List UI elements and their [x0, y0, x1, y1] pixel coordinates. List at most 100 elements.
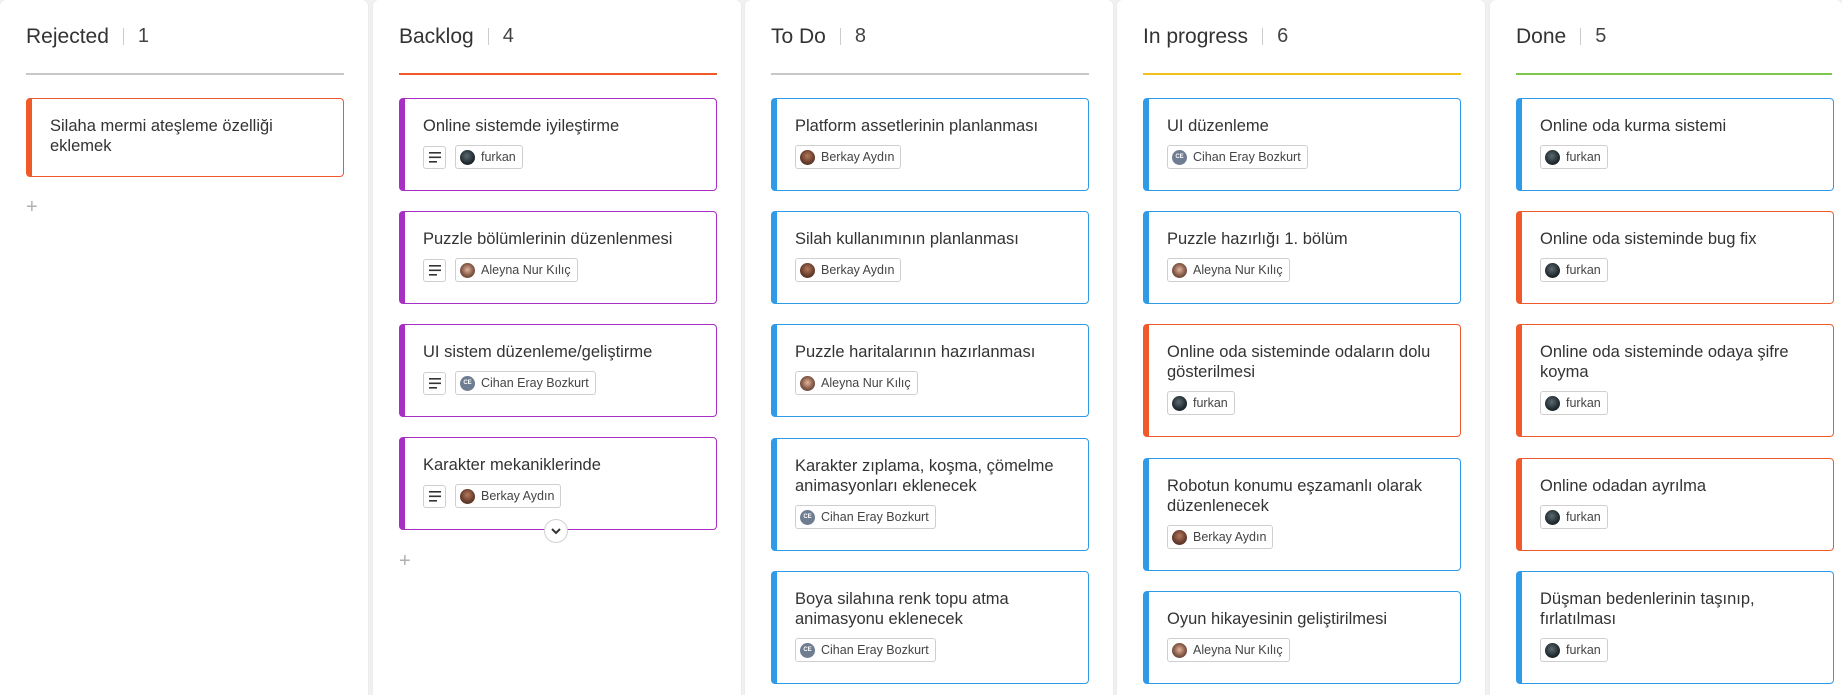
task-card[interactable]: Online oda kurma sistemi furkan — [1516, 98, 1834, 191]
card-title: Online oda kurma sistemi — [1540, 117, 1727, 135]
task-card[interactable]: Oyun hikayesinin geliştirilmesi Aleyna N… — [1143, 591, 1461, 684]
assignee-tag[interactable]: Aleyna Nur Kılıç — [1167, 258, 1290, 282]
task-card[interactable]: UI düzenleme CE Cihan Eray Bozkurt — [1143, 98, 1461, 191]
card-meta: Aleyna Nur Kılıç — [795, 371, 1072, 395]
assignee-tag[interactable]: Berkay Aydın — [1167, 525, 1274, 549]
task-card[interactable]: Online oda sisteminde odaların dolu göst… — [1143, 324, 1461, 437]
header-divider — [122, 28, 124, 45]
task-card[interactable]: Platform assetlerinin planlanması Berkay… — [771, 98, 1089, 191]
assignee-tag[interactable]: furkan — [1540, 145, 1608, 169]
assignee-tag[interactable]: Berkay Aydın — [455, 484, 562, 508]
assignee-tag[interactable]: CE Cihan Eray Bozkurt — [455, 371, 596, 395]
card-title: Oyun hikayesinin geliştirilmesi — [1167, 610, 1388, 628]
task-card[interactable]: Robotun konumu eşzamanlı olarak düzenlen… — [1143, 458, 1461, 571]
task-card[interactable]: Online oda sisteminde odaya şifre koyma … — [1516, 324, 1834, 437]
assignee-name: Aleyna Nur Kılıç — [821, 376, 911, 390]
column-title: To Do — [771, 24, 826, 48]
card-meta: Aleyna Nur Kılıç — [423, 258, 700, 282]
column-title: Done — [1516, 24, 1567, 48]
avatar: CE — [460, 375, 475, 391]
task-card[interactable]: Online oda sisteminde bug fix furkan — [1516, 211, 1834, 304]
card-title: Platform assetlerinin planlanması — [795, 117, 1039, 135]
avatar — [800, 149, 815, 165]
avatar — [460, 149, 475, 165]
card-title: UI düzenleme — [1167, 117, 1269, 135]
task-card[interactable]: Online odadan ayrılma furkan — [1516, 458, 1834, 551]
assignee-name: Cihan Eray Bozkurt — [1193, 150, 1301, 164]
header-divider — [1262, 28, 1264, 45]
avatar: CE — [800, 509, 815, 525]
assignee-tag[interactable]: CE Cihan Eray Bozkurt — [795, 638, 936, 662]
assignee-tag[interactable]: furkan — [1540, 638, 1608, 662]
task-card[interactable]: Karakter mekaniklerinde Berkay Aydın — [399, 437, 717, 530]
avatar — [460, 262, 475, 278]
task-card[interactable]: Düşman bedenlerinin taşınıp, fırlatılmas… — [1516, 571, 1834, 684]
add-card-button[interactable]: + — [26, 197, 38, 217]
avatar — [1545, 642, 1560, 658]
card-meta: furkan — [1540, 638, 1817, 662]
avatar — [1172, 262, 1187, 278]
assignee-tag[interactable]: furkan — [1540, 258, 1608, 282]
assignee-tag[interactable]: CE Cihan Eray Bozkurt — [795, 505, 936, 529]
column-header: Done 5 — [1516, 0, 1832, 75]
description-icon — [423, 371, 446, 395]
description-icon — [423, 145, 446, 169]
card-title: Online odadan ayrılma — [1540, 477, 1707, 495]
task-card[interactable]: UI sistem düzenleme/geliştirme CE Cihan … — [399, 324, 717, 417]
add-card-button[interactable]: + — [399, 551, 411, 571]
assignee-tag[interactable]: Berkay Aydın — [795, 145, 902, 169]
card-title: Karakter mekaniklerinde — [423, 456, 601, 474]
card-meta: CE Cihan Eray Bozkurt — [795, 505, 1072, 529]
assignee-name: Berkay Aydın — [821, 150, 895, 164]
assignee-name: Berkay Aydın — [481, 489, 555, 503]
avatar — [1545, 509, 1560, 525]
card-meta: Aleyna Nur Kılıç — [1167, 638, 1444, 662]
description-icon — [423, 484, 446, 508]
card-title: Silaha mermi ateşleme özelliği eklemek — [50, 117, 273, 155]
avatar — [1172, 642, 1187, 658]
task-card[interactable]: Puzzle bölümlerinin düzenlenmesi Aleyna … — [399, 211, 717, 304]
column-count: 6 — [1277, 25, 1289, 47]
assignee-name: furkan — [481, 150, 516, 164]
assignee-tag[interactable]: furkan — [455, 145, 523, 169]
assignee-tag[interactable]: Aleyna Nur Kılıç — [795, 371, 918, 395]
assignee-tag[interactable]: Berkay Aydın — [795, 258, 902, 282]
assignee-tag[interactable]: Aleyna Nur Kılıç — [1167, 638, 1290, 662]
column-to-do: To Do 8 Platform assetlerinin planlanmas… — [745, 0, 1113, 695]
task-card[interactable]: Karakter zıplama, koşma, çömelme animasy… — [771, 438, 1089, 551]
task-card[interactable]: Silaha mermi ateşleme özelliği eklemek — [26, 98, 344, 177]
card-meta: furkan — [1540, 505, 1817, 529]
assignee-tag[interactable]: furkan — [1167, 391, 1235, 415]
assignee-tag[interactable]: furkan — [1540, 505, 1608, 529]
task-card[interactable]: Puzzle hazırlığı 1. bölüm Aleyna Nur Kıl… — [1143, 211, 1461, 304]
card-title: UI sistem düzenleme/geliştirme — [423, 343, 653, 361]
card-meta: furkan — [1540, 391, 1817, 415]
assignee-name: furkan — [1566, 263, 1601, 277]
assignee-name: Cihan Eray Bozkurt — [821, 510, 929, 524]
assignee-tag[interactable]: Aleyna Nur Kılıç — [455, 258, 578, 282]
column-done: Done 5 Online oda kurma sistemi furkan O… — [1490, 0, 1842, 695]
expand-button[interactable] — [544, 519, 568, 543]
card-title: Düşman bedenlerinin taşınıp, fırlatılmas… — [1540, 590, 1755, 628]
column-rejected: Rejected 1 Silaha mermi ateşleme özelliğ… — [0, 0, 368, 695]
task-card[interactable]: Puzzle haritalarının hazırlanması Aleyna… — [771, 324, 1089, 417]
card-meta: Berkay Aydın — [423, 484, 700, 508]
card-meta: furkan — [1540, 258, 1817, 282]
assignee-name: furkan — [1566, 643, 1601, 657]
assignee-name: furkan — [1193, 396, 1228, 410]
column-header: Rejected 1 — [26, 0, 344, 75]
assignee-tag[interactable]: furkan — [1540, 391, 1608, 415]
card-meta: furkan — [1540, 145, 1817, 169]
avatar — [1545, 395, 1560, 411]
assignee-tag[interactable]: CE Cihan Eray Bozkurt — [1167, 145, 1308, 169]
column-count: 8 — [854, 25, 866, 47]
task-card[interactable]: Online sistemde iyileştirme furkan — [399, 98, 717, 191]
column-header: In progress 6 — [1143, 0, 1461, 75]
description-icon — [423, 258, 446, 282]
task-card[interactable]: Boya silahına renk topu atma animasyonu … — [771, 571, 1089, 684]
header-divider — [487, 28, 489, 45]
avatar — [1545, 149, 1560, 165]
card-meta: Berkay Aydın — [795, 258, 1072, 282]
card-meta: Berkay Aydın — [1167, 525, 1444, 549]
task-card[interactable]: Silah kullanımının planlanması Berkay Ay… — [771, 211, 1089, 304]
